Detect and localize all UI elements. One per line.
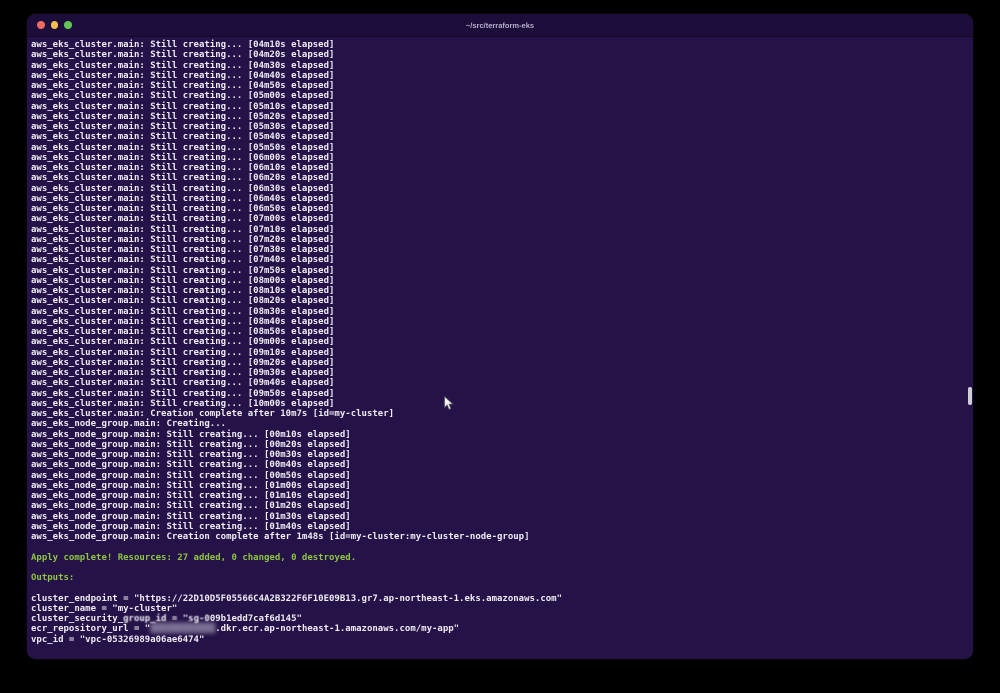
terminal-line: aws_eks_cluster.main: Still creating... …	[31, 102, 973, 112]
terminal-line: aws_eks_cluster.main: Still creating... …	[31, 225, 973, 235]
terminal-line: aws_eks_node_group.main: Still creating.…	[31, 440, 973, 450]
terminal-line: aws_eks_cluster.main: Still creating... …	[31, 348, 973, 358]
window-title: ~/src/terraform-eks	[27, 21, 973, 30]
terminal-text: ecr_repository_url = "	[31, 624, 150, 634]
terminal-line: aws_eks_cluster.main: Still creating... …	[31, 399, 973, 409]
terminal-line: Outputs:	[31, 573, 973, 583]
terminal-line: aws_eks_node_group.main: Still creating.…	[31, 481, 973, 491]
terminal-titlebar[interactable]: ~/src/terraform-eks	[27, 14, 973, 37]
close-button[interactable]	[37, 21, 45, 29]
terminal-line: aws_eks_cluster.main: Creation complete …	[31, 409, 973, 419]
terminal-line: aws_eks_cluster.main: Still creating... …	[31, 327, 973, 337]
terminal-line: aws_eks_cluster.main: Still creating... …	[31, 50, 973, 60]
terminal-line: aws_eks_cluster.main: Still creating... …	[31, 204, 973, 214]
terminal-line: aws_eks_node_group.main: Still creating.…	[31, 430, 973, 440]
terminal-line: aws_eks_node_group.main: Still creating.…	[31, 460, 973, 470]
terminal-line: cluster_name = "my-cluster"	[31, 604, 973, 614]
terminal-line: aws_eks_cluster.main: Still creating... …	[31, 173, 973, 183]
terminal-line: aws_eks_cluster.main: Still creating... …	[31, 317, 973, 327]
redacted-text: ▒▒▒▒▒▒▒▒▒▒▒▒	[150, 624, 215, 634]
terminal-window: ~/src/terraform-eks aws_eks_cluster.main…	[27, 14, 973, 659]
terminal-line: aws_eks_cluster.main: Still creating... …	[31, 153, 973, 163]
scrollbar-thumb[interactable]	[968, 387, 972, 405]
terminal-line	[31, 563, 973, 573]
terminal-output[interactable]: aws_eks_cluster.main: Still creating... …	[27, 37, 973, 645]
terminal-line: aws_eks_node_group.main: Creating...	[31, 419, 973, 429]
terminal-line: aws_eks_cluster.main: Still creating... …	[31, 81, 973, 91]
terminal-line: aws_eks_node_group.main: Still creating.…	[31, 512, 973, 522]
terminal-line: aws_eks_cluster.main: Still creating... …	[31, 255, 973, 265]
terminal-line: aws_eks_node_group.main: Still creating.…	[31, 522, 973, 532]
terminal-line: aws_eks_cluster.main: Still creating... …	[31, 61, 973, 71]
terminal-line: aws_eks_cluster.main: Still creating... …	[31, 337, 973, 347]
terminal-line: aws_eks_cluster.main: Still creating... …	[31, 91, 973, 101]
terminal-line: aws_eks_cluster.main: Still creating... …	[31, 358, 973, 368]
terminal-line: aws_eks_cluster.main: Still creating... …	[31, 163, 973, 173]
terminal-line: aws_eks_cluster.main: Still creating... …	[31, 296, 973, 306]
terminal-line: aws_eks_node_group.main: Still creating.…	[31, 501, 973, 511]
blurred-text: group_id = "sg-0	[123, 614, 210, 624]
terminal-line: aws_eks_cluster.main: Still creating... …	[31, 194, 973, 204]
terminal-line: aws_eks_node_group.main: Creation comple…	[31, 532, 973, 542]
terminal-text: .dkr.ecr.ap-northeast-1.amazonaws.com/my…	[215, 624, 459, 634]
desktop-background: ~/src/terraform-eks aws_eks_cluster.main…	[0, 0, 1000, 693]
terminal-line: aws_eks_cluster.main: Still creating... …	[31, 378, 973, 388]
terminal-line: aws_eks_cluster.main: Still creating... …	[31, 307, 973, 317]
terminal-line: aws_eks_cluster.main: Still creating... …	[31, 71, 973, 81]
terminal-line: cluster_security_group_id = "sg-009b1edd…	[31, 614, 973, 624]
terminal-line: aws_eks_cluster.main: Still creating... …	[31, 143, 973, 153]
terminal-line: aws_eks_cluster.main: Still creating... …	[31, 368, 973, 378]
terminal-line: ecr_repository_url = "▒▒▒▒▒▒▒▒▒▒▒▒.dkr.e…	[31, 624, 973, 634]
terminal-line: aws_eks_node_group.main: Still creating.…	[31, 471, 973, 481]
traffic-lights	[27, 21, 72, 29]
terminal-text: cluster_security_	[31, 614, 123, 624]
zoom-button[interactable]	[64, 21, 72, 29]
terminal-line: Apply complete! Resources: 27 added, 0 c…	[31, 553, 973, 563]
terminal-line: aws_eks_cluster.main: Still creating... …	[31, 235, 973, 245]
terminal-line: aws_eks_cluster.main: Still creating... …	[31, 276, 973, 286]
terminal-line: vpc_id = "vpc-05326989a06ae6474"	[31, 635, 973, 645]
terminal-line	[31, 542, 973, 552]
terminal-line: aws_eks_cluster.main: Still creating... …	[31, 266, 973, 276]
terminal-line: aws_eks_cluster.main: Still creating... …	[31, 286, 973, 296]
terminal-line: aws_eks_node_group.main: Still creating.…	[31, 450, 973, 460]
minimize-button[interactable]	[51, 21, 59, 29]
terminal-line: aws_eks_cluster.main: Still creating... …	[31, 112, 973, 122]
terminal-line: aws_eks_node_group.main: Still creating.…	[31, 491, 973, 501]
terminal-line: aws_eks_cluster.main: Still creating... …	[31, 245, 973, 255]
terminal-line: aws_eks_cluster.main: Still creating... …	[31, 389, 973, 399]
terminal-line: aws_eks_cluster.main: Still creating... …	[31, 184, 973, 194]
terminal-line: aws_eks_cluster.main: Still creating... …	[31, 214, 973, 224]
terminal-line: aws_eks_cluster.main: Still creating... …	[31, 40, 973, 50]
terminal-text: 09b1edd7caf6d145"	[210, 614, 302, 624]
terminal-line: aws_eks_cluster.main: Still creating... …	[31, 132, 973, 142]
terminal-line	[31, 583, 973, 593]
terminal-line: cluster_endpoint = "https://22D10D5F0556…	[31, 594, 973, 604]
terminal-line: aws_eks_cluster.main: Still creating... …	[31, 122, 973, 132]
